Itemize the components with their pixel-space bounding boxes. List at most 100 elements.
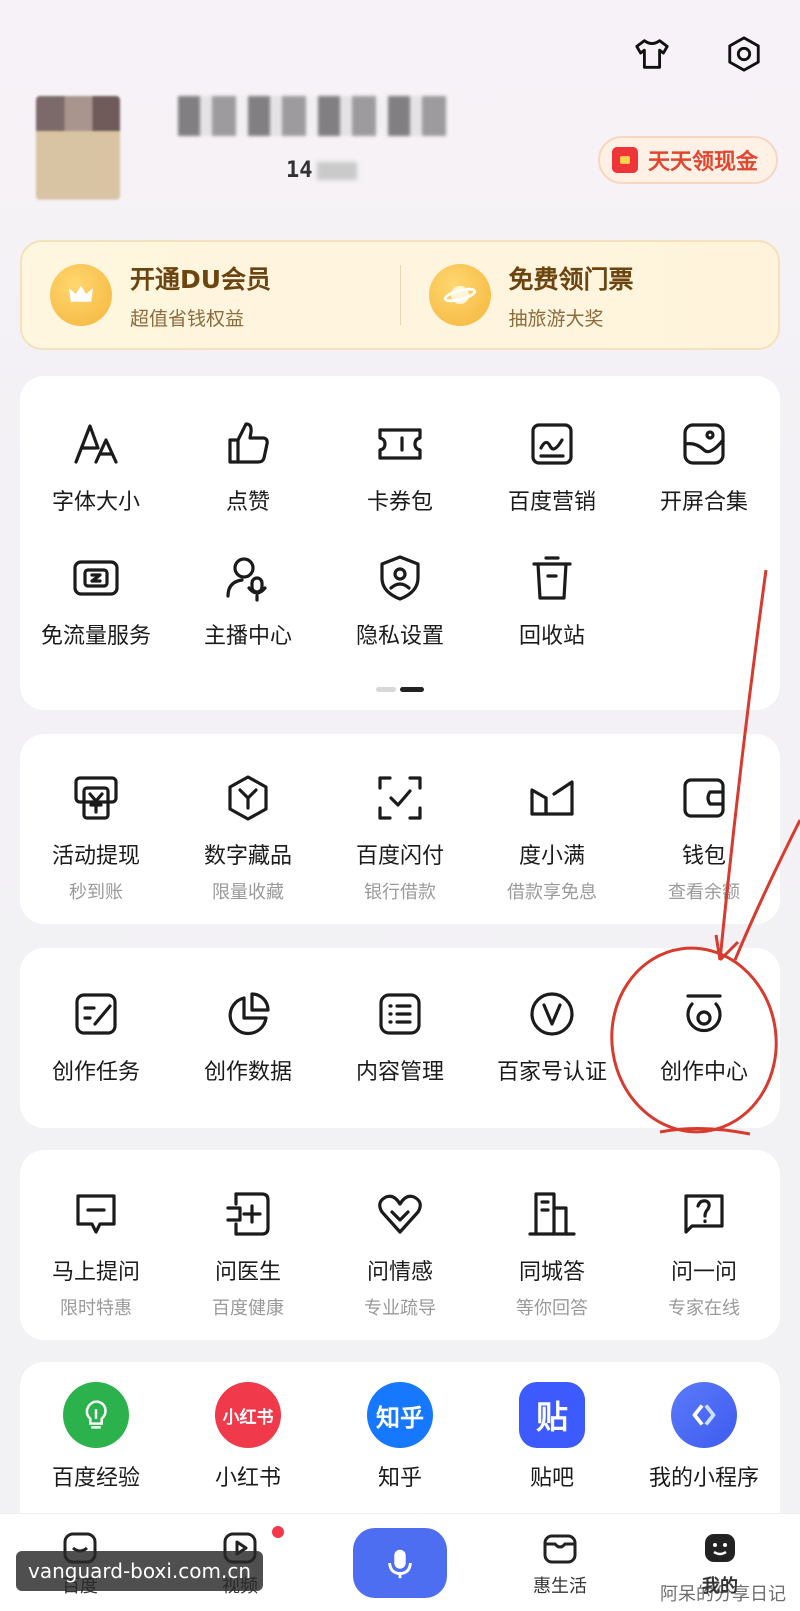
question-icon [676,1186,732,1242]
finance-label: 活动提现 [51,844,140,869]
privacy-shield-icon [372,550,428,606]
app-mini-programs[interactable]: 我的小程序 [628,1382,780,1492]
finance-flash-pay[interactable]: 百度闪付 银行借款 [324,770,476,904]
creator-center[interactable]: 创作中心 [628,986,780,1086]
doctor-icon [220,1186,276,1242]
member-promo-card: 开通DU会员 超值省钱权益 免费领门票 抽旅游大奖 [20,240,780,350]
ask-sub: 限时特惠 [60,1298,132,1319]
tool-label: 点赞 [225,490,270,515]
ask-label: 马上提问 [51,1260,140,1285]
finance-sub: 银行借款 [364,882,436,903]
withdraw-icon [68,770,124,826]
daily-cash-button[interactable]: 天天领现金 [597,136,778,184]
zhihu-icon: 知乎 [367,1382,433,1448]
free-ticket-subtitle: 抽旅游大奖 [508,307,604,330]
skin-shirt-icon[interactable] [632,34,672,74]
finance-digital-collectible[interactable]: 数字藏品 限量收藏 [172,770,324,904]
ask-same-city[interactable]: 同城答 等你回答 [476,1186,628,1320]
creator-card: 创作任务 创作数据 内容管理 百家号认证 创作中心 [20,948,780,1128]
app-xiaohongshu[interactable]: 小红书 小红书 [172,1382,324,1492]
finance-label: 钱包 [681,844,726,869]
daily-cash-label: 天天领现金 [647,150,758,175]
tieba-icon: 贴 [519,1382,585,1448]
ask-question[interactable]: 问一问 专家在线 [628,1186,780,1320]
creator-content-management[interactable]: 内容管理 [324,986,476,1086]
creator-label: 创作数据 [203,1060,292,1085]
tool-coupon[interactable]: 卡券包 [324,416,476,516]
gift-bag-icon [543,1534,577,1563]
top-actions [632,34,764,74]
finance-label: 度小满 [518,844,585,869]
tool-label: 百度营销 [507,490,596,515]
du-member-subtitle: 超值省钱权益 [130,307,245,330]
nav-voice[interactable] [320,1527,480,1598]
du-member-entry[interactable]: 开通DU会员 超值省钱权益 [22,260,400,331]
app-label: 我的小程序 [648,1466,759,1491]
creator-task[interactable]: 创作任务 [20,986,172,1086]
creator-data[interactable]: 创作数据 [172,986,324,1086]
xiaohongshu-icon: 小红书 [215,1382,281,1448]
creation-center-icon [676,986,732,1042]
tool-label: 字体大小 [51,490,140,515]
creator-label: 内容管理 [355,1060,444,1085]
ask-label: 问医生 [214,1260,281,1285]
nav-hui-life[interactable]: 惠生活 [480,1528,640,1598]
ask-emotion[interactable]: 问情感 专业疏导 [324,1186,476,1320]
finance-sub: 秒到账 [69,882,123,903]
tool-free-data[interactable]: 免流量服务 [20,550,172,650]
tool-label: 隐私设置 [355,624,444,649]
site-watermark: vanguard-boxi.com.cn [16,1551,263,1591]
voice-search-button[interactable] [353,1527,447,1598]
ask-doctor[interactable]: 问医生 百度健康 [172,1186,324,1320]
finance-wallet[interactable]: 钱包 查看余额 [628,770,780,904]
finance-label: 数字藏品 [203,844,292,869]
flash-pay-icon [372,770,428,826]
tools-card: 字体大小 点赞 卡券包 百度营销 开屏合集 免流量服务 主播中心 隐私设置 回收… [20,376,780,710]
free-ticket-title: 免费领门票 [508,264,634,294]
app-baidu-jingyan[interactable]: 百度经验 [20,1382,172,1492]
mini-program-icon [671,1382,737,1448]
app-label: 知乎 [377,1466,422,1491]
ask-label: 同城答 [518,1260,585,1285]
anchor-center-icon [220,550,276,606]
tool-privacy[interactable]: 隐私设置 [324,550,476,650]
finance-withdraw[interactable]: 活动提现 秒到账 [20,770,172,904]
ask-now[interactable]: 马上提问 限时特惠 [20,1186,172,1320]
creator-baijiahao-verify[interactable]: 百家号认证 [476,986,628,1086]
tool-label: 卡券包 [366,490,433,515]
city-icon [524,1186,580,1242]
tool-recycle-bin[interactable]: 回收站 [476,550,628,650]
ask-card: 马上提问 限时特惠 问医生 百度健康 问情感 专业疏导 同城答 等你回答 问一问… [20,1150,780,1340]
content-management-icon [372,986,428,1042]
tool-splash-collection[interactable]: 开屏合集 [628,416,780,516]
ask-sub: 百度健康 [212,1298,284,1319]
du-member-title: 开通DU会员 [130,264,272,294]
username-blurred [178,96,448,136]
creator-label: 创作中心 [659,1060,748,1085]
nav-label: 惠生活 [533,1575,587,1597]
finance-card: 活动提现 秒到账 数字藏品 限量收藏 百度闪付 银行借款 度小满 借款享免息 钱… [20,734,780,924]
lightbulb-icon [63,1382,129,1448]
ticket-icon [372,416,428,472]
settings-gear-icon[interactable] [724,34,764,74]
finance-duxiaoman[interactable]: 度小满 借款享免息 [476,770,628,904]
finance-sub: 查看余额 [668,882,740,903]
author-watermark: 阿呆的分享日记 [660,1584,786,1605]
free-ticket-entry[interactable]: 免费领门票 抽旅游大奖 [401,260,779,331]
app-tieba[interactable]: 贴 贴吧 [476,1382,628,1492]
tool-font-size[interactable]: 字体大小 [20,416,172,516]
ask-label: 问情感 [366,1260,433,1285]
tool-anchor-center[interactable]: 主播中心 [172,550,324,650]
thumbs-up-icon [220,416,276,472]
ask-sub: 专家在线 [668,1298,740,1319]
tool-baidu-marketing[interactable]: 百度营销 [476,416,628,516]
creator-label: 创作任务 [51,1060,140,1085]
font-size-icon [68,416,124,472]
app-zhihu[interactable]: 知乎 知乎 [324,1382,476,1492]
ask-sub: 专业疏导 [364,1298,436,1319]
app-label: 贴吧 [529,1466,574,1491]
tool-like[interactable]: 点赞 [172,416,324,516]
avatar[interactable] [36,96,120,200]
tool-label: 开屏合集 [659,490,748,515]
marketing-icon [524,416,580,472]
